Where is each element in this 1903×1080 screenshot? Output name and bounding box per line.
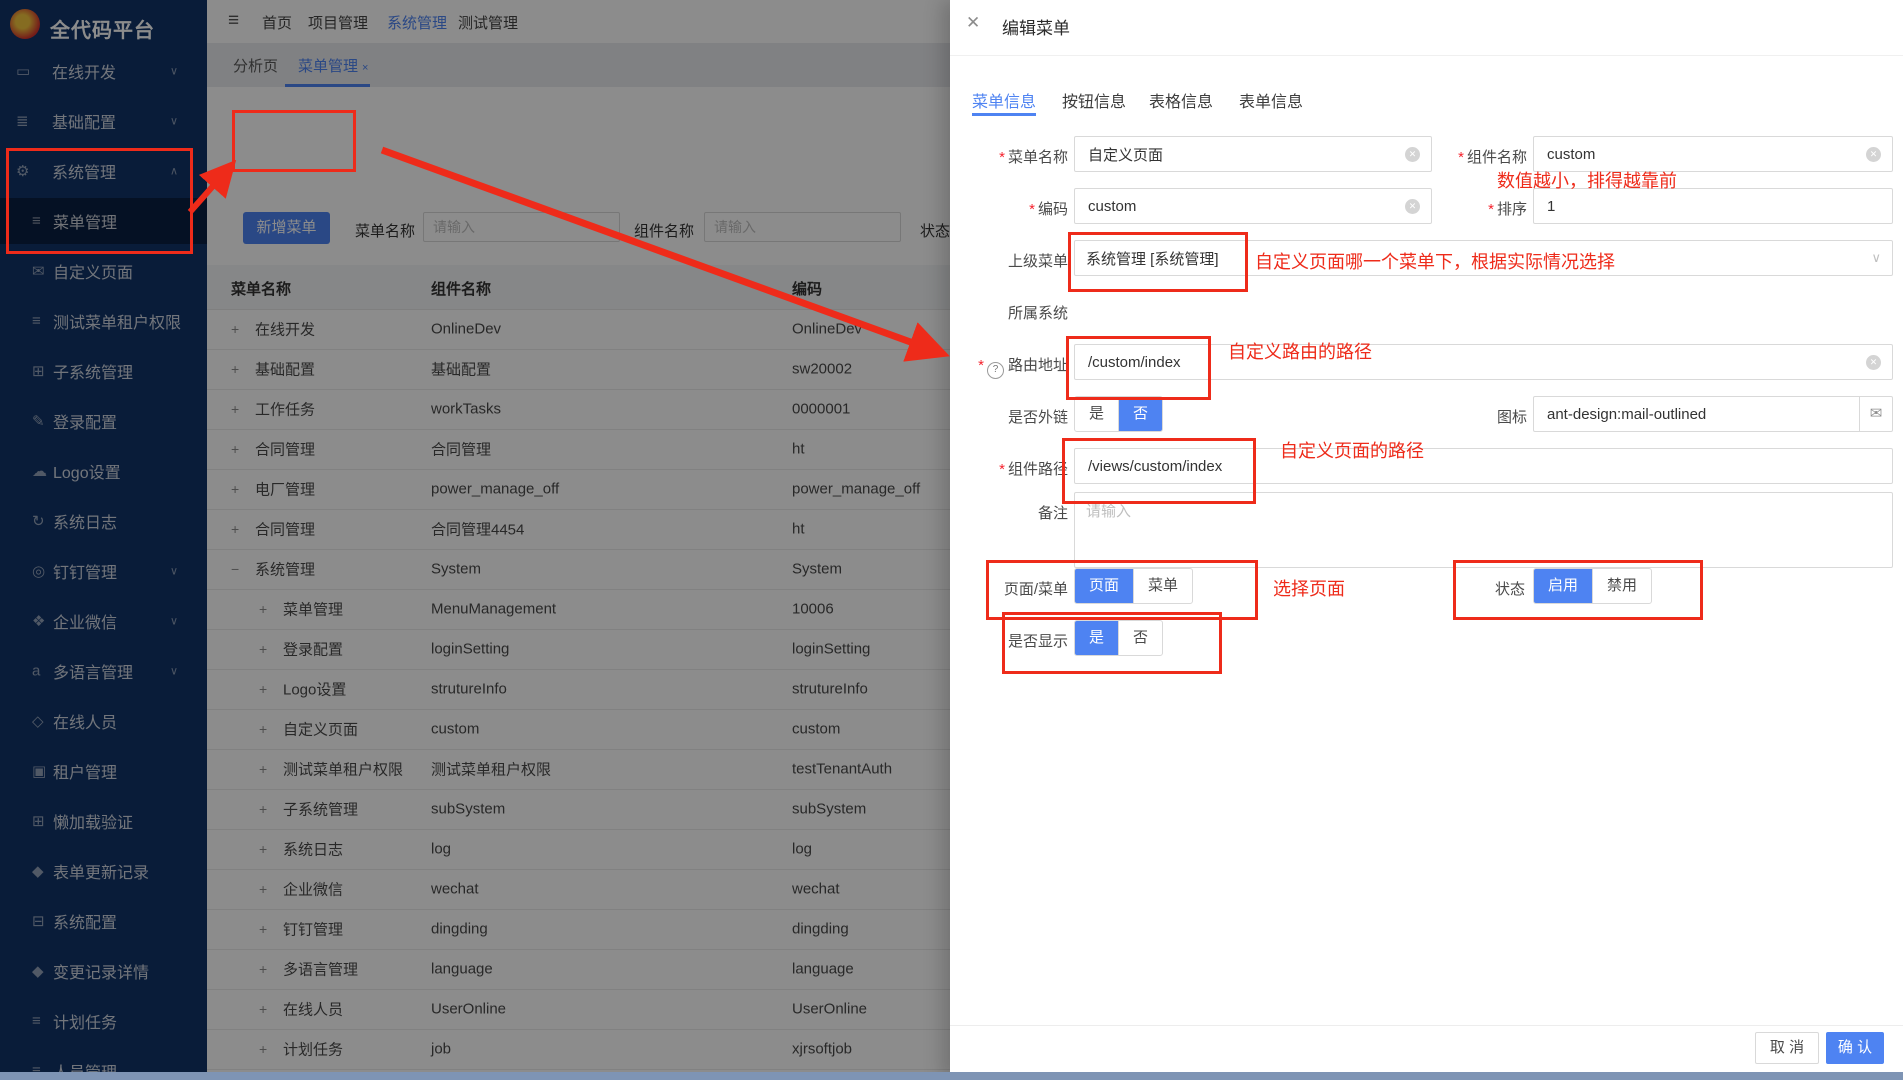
visible-label: 是否显示 <box>950 630 1068 651</box>
code-label: *编码 <box>950 198 1068 219</box>
route-input[interactable]: ✕ <box>1074 344 1893 380</box>
modal-dim-overlay[interactable] <box>0 0 950 1080</box>
close-icon[interactable]: ✕ <box>966 13 980 33</box>
clear-icon[interactable]: ✕ <box>1866 147 1881 162</box>
status-toggle[interactable]: 启用 禁用 <box>1533 568 1652 604</box>
component-path-label: *组件路径 <box>950 458 1068 479</box>
sort-label: *排序 <box>1410 198 1527 219</box>
cancel-button[interactable]: 取 消 <box>1755 1032 1819 1064</box>
page-or-menu-label: 页面/菜单 <box>950 578 1068 599</box>
question-circle-icon: ? <box>987 362 1004 379</box>
drawer-active-tab-underline <box>972 113 1036 116</box>
component-name-input[interactable]: ✕ <box>1533 136 1893 172</box>
drawer-tab-3[interactable]: 表格信息 <box>1149 88 1213 112</box>
parent-menu-label: 上级菜单 <box>950 250 1068 271</box>
edit-menu-drawer: ✕ 编辑菜单 菜单信息按钮信息表格信息表单信息 *菜单名称 ✕ *组件名称 ✕ … <box>950 0 1903 1080</box>
remark-label: 备注 <box>950 502 1068 523</box>
component-name-label: *组件名称 <box>1410 146 1527 167</box>
drawer-title: 编辑菜单 <box>1002 14 1070 39</box>
visible-toggle[interactable]: 是 否 <box>1074 620 1163 656</box>
menu-name-input[interactable]: ✕ <box>1074 136 1432 172</box>
bottom-edge-strip <box>0 1072 1903 1080</box>
icon-label: 图标 <box>1410 406 1527 427</box>
confirm-button[interactable]: 确 认 <box>1826 1032 1884 1064</box>
drawer-tab-2[interactable]: 按钮信息 <box>1062 88 1126 112</box>
system-label: 所属系统 <box>950 302 1068 323</box>
chevron-down-icon: ∨ <box>1871 250 1881 266</box>
divider <box>950 55 1903 56</box>
mail-icon[interactable]: ✉ <box>1860 396 1893 432</box>
status-label: 状态 <box>1410 578 1525 599</box>
drawer-tab-1[interactable]: 菜单信息 <box>972 88 1036 112</box>
external-link-toggle[interactable]: 是 否 <box>1074 396 1163 432</box>
divider <box>950 1025 1903 1026</box>
code-input[interactable]: ✕ <box>1074 188 1432 224</box>
sort-input[interactable] <box>1533 188 1893 224</box>
drawer-tab-4[interactable]: 表单信息 <box>1239 88 1303 112</box>
menu-name-label: *菜单名称 <box>950 146 1068 167</box>
component-path-input[interactable] <box>1074 448 1893 484</box>
route-label: *?路由地址 <box>950 354 1068 379</box>
page-or-menu-toggle[interactable]: 页面 菜单 <box>1074 568 1193 604</box>
parent-menu-select[interactable]: 系统管理 [系统管理] ∨ <box>1074 240 1893 276</box>
external-link-label: 是否外链 <box>950 406 1068 427</box>
clear-icon[interactable]: ✕ <box>1866 355 1881 370</box>
icon-input[interactable] <box>1533 396 1860 432</box>
remark-textarea[interactable] <box>1074 492 1893 568</box>
